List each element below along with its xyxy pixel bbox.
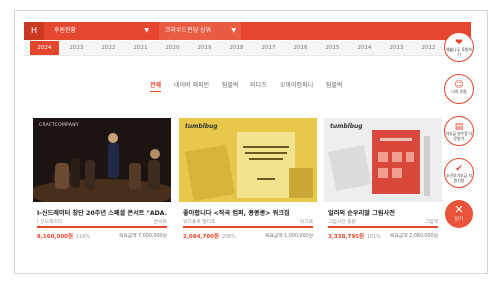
project-image: tumblbug [179, 118, 317, 202]
project-category: 그림책 [424, 220, 438, 225]
year-tab[interactable]: 2012 [414, 41, 443, 55]
my-donation-button[interactable]: ☺ 나의 후원 [444, 74, 474, 104]
year-tab[interactable]: 2024 [30, 41, 59, 55]
home-button[interactable]: H [24, 22, 44, 40]
project-card[interactable]: tumblbug 일러의 순우리말 그림사전 그림사전 출판 그림책 3,338… [324, 118, 462, 252]
category-select-value: 후원현황 [54, 27, 77, 34]
year-tab[interactable]: 2015 [318, 41, 347, 55]
receipt-download-button[interactable]: ▤ 기부금 영수증 다운받기 [444, 116, 474, 146]
year-tab[interactable]: 2018 [222, 41, 251, 55]
year-tab[interactable]: 2014 [350, 41, 379, 55]
project-title[interactable]: I-신드레이터 창단 20주년 스페셜 콘서트 "ADA... [37, 208, 167, 217]
funded-percent: 208% [222, 235, 236, 240]
raised-amount: 3,338,795원 151% [328, 234, 381, 240]
year-tab[interactable]: 2013 [382, 41, 411, 55]
year-tab[interactable]: 2022 [94, 41, 123, 55]
project-image: CRAFTCOMPANY [33, 118, 171, 202]
project-category: 워크북 [299, 220, 313, 225]
progress-bar [328, 226, 438, 228]
project-image: tumblbug [324, 118, 462, 202]
project-creator: 워크플로 멀티포 [183, 220, 216, 225]
close-menu-button[interactable]: ✕ 닫기 [445, 200, 473, 228]
year-tab[interactable]: 2017 [254, 41, 283, 55]
progress-bar [37, 226, 167, 228]
raised-amount: 2,084,700원 208% [183, 234, 236, 240]
year-tabs: 2024 2023 2022 2021 2020 2019 2018 2017 … [24, 41, 471, 56]
platform-logo: tumblbug [330, 123, 363, 130]
progress-fill [328, 226, 438, 228]
project-category: 콘서트 [153, 220, 167, 225]
platform-logo: CRAFTCOMPANY [39, 123, 79, 128]
tab-naver-happybean[interactable]: 네이버 해피빈 [174, 80, 209, 89]
tab-all[interactable]: 전체 [150, 80, 162, 92]
year-tab[interactable]: 2023 [62, 41, 91, 55]
donate-tree-button[interactable]: ❤ 예술나무 후원하기 [444, 32, 474, 62]
category-select[interactable]: 후원현황 ▼ [50, 22, 154, 40]
close-icon: ✕ [454, 203, 464, 216]
tab-wadiz[interactable]: 와디즈 [250, 80, 267, 89]
type-select[interactable]: 크라우드펀딩 상위 ▼ [159, 22, 241, 40]
platform-logo: tumblbug [185, 123, 218, 130]
year-tab[interactable]: 2019 [190, 41, 219, 55]
progress-fill [183, 226, 313, 228]
project-card[interactable]: CRAFTCOMPANY I-신드레이터 창단 20주년 스페셜 콘서트 "AD… [33, 118, 171, 252]
chevron-down-icon: ▼ [144, 27, 149, 34]
type-select-value: 크라우드펀딩 상위 [165, 27, 212, 34]
raised-amount: 8,160,000원 116% [37, 234, 90, 240]
goal-amount: 목표금액 1,000,000원 [264, 234, 313, 239]
filter-bar: H 후원현황 ▼ 크라우드펀딩 상위 ▼ [24, 22, 471, 40]
chevron-down-icon: ▼ [231, 27, 236, 34]
tab-tumblbug[interactable]: 텀블벅 [222, 80, 239, 89]
funded-percent: 151% [367, 235, 381, 240]
year-tab[interactable]: 2020 [158, 41, 187, 55]
progress-bar [183, 226, 313, 228]
progress-fill [37, 226, 167, 228]
year-tab[interactable]: 2021 [126, 41, 155, 55]
tab-ohmycompany[interactable]: 오마이컴퍼니 [280, 80, 313, 89]
goal-amount: 목표금액 7,000,000원 [118, 234, 167, 239]
project-title[interactable]: 좋아합니다 <작곡 컴퍼, 콩콩콩> 워크집 [183, 208, 313, 217]
tab-tumblbug-2[interactable]: 텀블벅 [326, 80, 343, 89]
funded-percent: 116% [76, 235, 90, 240]
project-creator: 그림사전 출판 [328, 220, 357, 225]
year-tab[interactable]: 2016 [286, 41, 315, 55]
project-creator: I-신드레이터 [37, 220, 63, 225]
project-title[interactable]: 일러의 순우리말 그림사전 [328, 208, 458, 217]
project-card[interactable]: tumblbug 좋아합니다 <작곡 컴퍼, 콩콩콩> 워크집 워크플로 멀티포… [179, 118, 317, 252]
goal-amount: 목표금액 2,080,000원 [389, 234, 438, 239]
conditional-donation-button[interactable]: ✔ 조건부기부금 지원신청 [444, 158, 474, 188]
